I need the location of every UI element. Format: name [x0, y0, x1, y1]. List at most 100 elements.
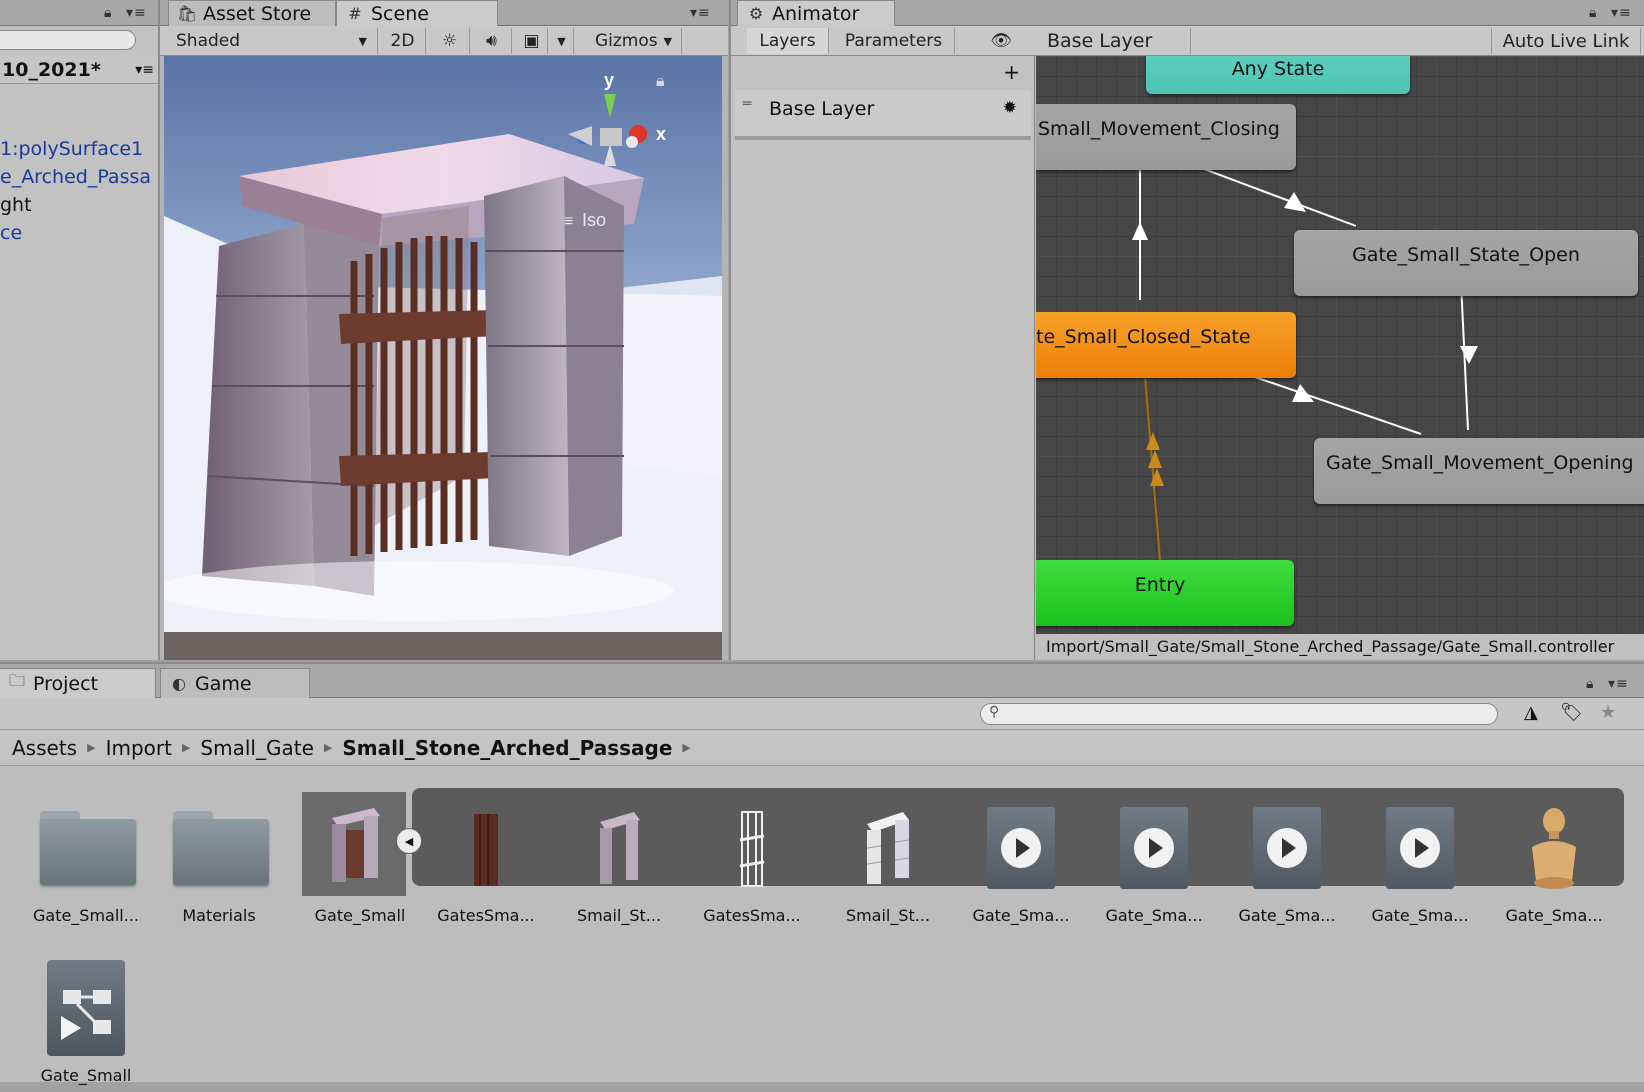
state-open[interactable]: Gate_Small_State_Open: [1294, 230, 1638, 296]
tab-parameters[interactable]: Parameters: [833, 28, 955, 54]
asset-mesh[interactable]: GatesSma...: [422, 792, 550, 932]
chevron-down-icon: ▼: [663, 34, 673, 48]
tab-project[interactable]: 🗀 Project: [0, 668, 156, 698]
lock-icon[interactable]: 🔒︎: [1586, 676, 1594, 692]
asset-mesh[interactable]: Smail_St...: [555, 792, 683, 932]
lock-icon[interactable]: 🔒︎: [1589, 5, 1597, 21]
asset-folder[interactable]: Gate_Small...: [22, 792, 150, 932]
hierarchy-item[interactable]: 1:polySurface1: [0, 138, 143, 160]
eye-icon[interactable]: 👁︎: [981, 28, 1021, 54]
lighting-toggle-icon[interactable]: ☼: [430, 28, 470, 54]
effects-dropdown-icon[interactable]: ▼: [550, 28, 574, 54]
state-movement-closing[interactable]: Small_Movement_Closing: [1036, 104, 1296, 170]
axis-y-label: y: [604, 70, 614, 90]
projection-menu-icon: ≡: [564, 213, 573, 230]
2d-toggle[interactable]: 2D: [380, 28, 426, 54]
effects-toggle-icon[interactable]: ▣: [516, 28, 548, 54]
scene-viewport[interactable]: y x Iso ≡ 🔒︎: [164, 56, 722, 632]
scene-menu-icon[interactable]: ▾≡: [135, 56, 154, 84]
store-icon: 🛍︎: [176, 4, 198, 23]
asset-animation-clip[interactable]: Gate_Sma...: [1090, 792, 1218, 932]
state-closed-default[interactable]: te_Small_Closed_State: [1036, 312, 1296, 378]
arch-wireframe-icon: [866, 812, 910, 884]
tab-layers[interactable]: Layers: [747, 28, 829, 54]
panel-menu-icon[interactable]: ▾≡: [126, 5, 147, 21]
tab-scene[interactable]: # Scene: [336, 0, 498, 26]
asset-folder[interactable]: Materials: [155, 792, 283, 932]
state-any-state[interactable]: Any State: [1146, 56, 1410, 94]
asset-mesh[interactable]: Smail_St...: [824, 792, 952, 932]
asset-animation-clip[interactable]: Gate_Sma...: [1223, 792, 1351, 932]
project-panel: 🗀 Project ◐ Game 🔒︎ ▾≡ ⚲ ◮ 🏷︎ ★ Assets ▶…: [0, 662, 1644, 1085]
scene-row[interactable]: 10_2021* ▾≡: [0, 56, 158, 84]
chevron-right-icon: ▶: [181, 741, 191, 754]
asset-animator-controller[interactable]: Gate_Small: [22, 952, 150, 1092]
animator-panel: ⚙︎ Animator 🔒︎ ▾≡ Layers Parameters 👁︎ B…: [729, 0, 1644, 660]
shading-mode-dropdown[interactable]: Shaded ▼: [166, 28, 378, 54]
asset-label: Smail_St...: [576, 906, 662, 925]
gizmos-label: Gizmos: [594, 31, 658, 51]
panel-menu-icon[interactable]: ▾≡: [690, 5, 711, 21]
project-search-input[interactable]: ⚲: [980, 703, 1498, 725]
asset-label: Gate_Sma...: [972, 906, 1070, 925]
hierarchy-item[interactable]: ght: [0, 194, 32, 216]
panel-menu-icon[interactable]: ▾≡: [1611, 5, 1632, 21]
asset-label: Gate_Sma...: [1105, 906, 1203, 925]
drag-handle-icon[interactable]: ═: [743, 96, 751, 112]
collapse-toggle-icon[interactable]: ◀: [396, 828, 422, 854]
breadcrumb-item[interactable]: Assets: [12, 736, 77, 760]
breadcrumb-item-current[interactable]: Small_Stone_Arched_Passage: [342, 736, 672, 760]
gear-icon[interactable]: ✹: [1003, 98, 1017, 118]
project-tabbar: 🗀 Project ◐ Game 🔒︎ ▾≡: [0, 664, 1644, 698]
asset-animation-clip[interactable]: Gate_Sma...: [957, 792, 1085, 932]
lock-icon[interactable]: 🔒︎: [104, 5, 112, 21]
hierarchy-item[interactable]: ce: [0, 222, 22, 244]
tab-game[interactable]: ◐ Game: [160, 668, 310, 698]
asset-label: Gate_Sma...: [1505, 906, 1603, 925]
audio-toggle-icon[interactable]: 🔊︎: [472, 28, 512, 54]
hierarchy-item[interactable]: e_Arched_Passa: [0, 166, 151, 188]
controller-path: Import/Small_Gate/Small_Stone_Arched_Pas…: [1036, 634, 1644, 660]
state-label: Gate_Small_State_Open: [1352, 244, 1580, 266]
hash-icon: #: [348, 4, 362, 23]
animation-clip-icon: [987, 807, 1055, 889]
layers-pane: + ═ Base Layer ✹: [731, 56, 1035, 660]
filter-by-label-icon[interactable]: 🏷︎: [1560, 702, 1583, 723]
asset-model-selected[interactable]: Gate_Small ◀: [296, 792, 424, 932]
gate-bars: [350, 236, 478, 556]
animator-icon: ⚙︎: [748, 4, 764, 23]
layer-breadcrumb[interactable]: Base Layer: [1037, 28, 1191, 54]
asset-avatar[interactable]: Gate_Sma...: [1490, 792, 1618, 932]
filter-by-type-icon[interactable]: ◮: [1524, 702, 1538, 723]
layer-row-base[interactable]: ═ Base Layer ✹: [735, 90, 1031, 140]
panel-menu-icon[interactable]: ▾≡: [1608, 676, 1629, 692]
asset-animation-clip[interactable]: Gate_Sma...: [1356, 792, 1484, 932]
auto-live-link-toggle[interactable]: Auto Live Link: [1491, 28, 1641, 54]
tab-asset-store[interactable]: 🛍︎ Asset Store: [168, 0, 336, 26]
breadcrumb: Assets ▶ Import ▶ Small_Gate ▶ Small_Sto…: [0, 730, 1644, 766]
scene-footer-bar: [164, 632, 722, 660]
tab-animator[interactable]: ⚙︎ Animator: [737, 0, 895, 26]
state-entry[interactable]: Entry: [1036, 560, 1294, 626]
gizmos-dropdown[interactable]: Gizmos ▼: [586, 28, 682, 54]
animator-toolbar: Layers Parameters 👁︎ Base Layer Auto Liv…: [731, 26, 1644, 56]
game-icon: ◐: [172, 674, 186, 693]
breadcrumb-item[interactable]: Import: [106, 736, 172, 760]
state-label: Small_Movement_Closing: [1038, 118, 1280, 140]
state-label: Any State: [1231, 58, 1325, 80]
layer-name: Base Layer: [769, 98, 875, 120]
state-movement-opening[interactable]: Gate_Small_Movement_Opening: [1314, 438, 1644, 504]
hierarchy-search-input[interactable]: [0, 30, 136, 50]
state-machine-graph[interactable]: Any State Small_Movement_Closing Gate_Sm…: [1036, 56, 1644, 634]
asset-mesh[interactable]: GatesSma...: [688, 792, 816, 932]
tab-asset-store-label: Asset Store: [203, 2, 312, 25]
scene-tabbar: 🛍︎ Asset Store # Scene ▾≡: [160, 0, 728, 26]
asset-label: Smail_St...: [845, 906, 931, 925]
add-layer-button[interactable]: +: [1003, 60, 1020, 84]
asset-label: GatesSma...: [437, 906, 535, 925]
hierarchy-panel: 🔒︎ ▾≡ 10_2021* ▾≡ 1:polySurface1 e_Arche…: [0, 0, 160, 660]
favorites-icon[interactable]: ★: [1600, 702, 1616, 723]
asset-label: GatesSma...: [703, 906, 801, 925]
breadcrumb-item[interactable]: Small_Gate: [200, 736, 313, 760]
shading-mode-label: Shaded: [176, 31, 241, 51]
